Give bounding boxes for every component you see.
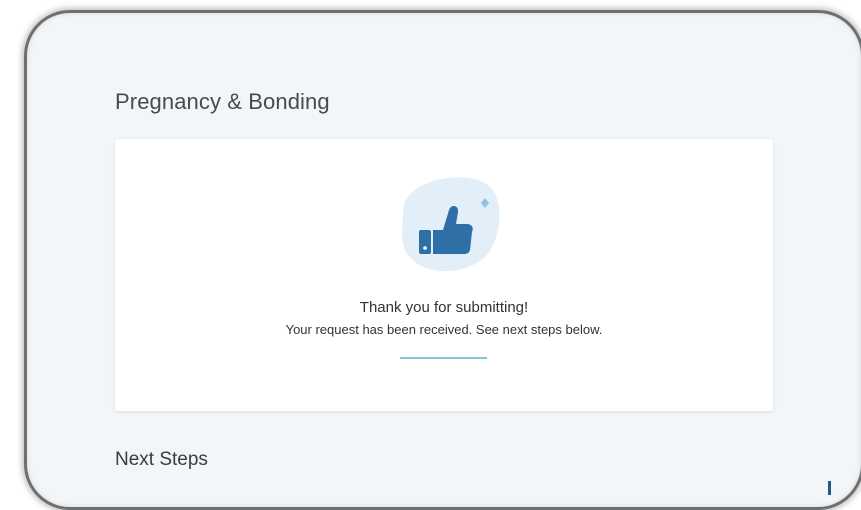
confirmation-message: Your request has been received. See next… bbox=[115, 322, 773, 337]
confirmation-card: Thank you for submitting! Your request h… bbox=[115, 139, 773, 411]
next-steps-title: Next Steps bbox=[115, 449, 208, 471]
device-frame: Pregnancy & Bonding Thank you for submit… bbox=[24, 10, 861, 510]
accent-divider bbox=[400, 357, 487, 359]
thank-you-heading: Thank you for submitting! bbox=[115, 299, 773, 316]
page-title: Pregnancy & Bonding bbox=[115, 89, 330, 115]
edge-marker bbox=[828, 481, 831, 495]
thumbs-up-icon bbox=[385, 172, 505, 276]
